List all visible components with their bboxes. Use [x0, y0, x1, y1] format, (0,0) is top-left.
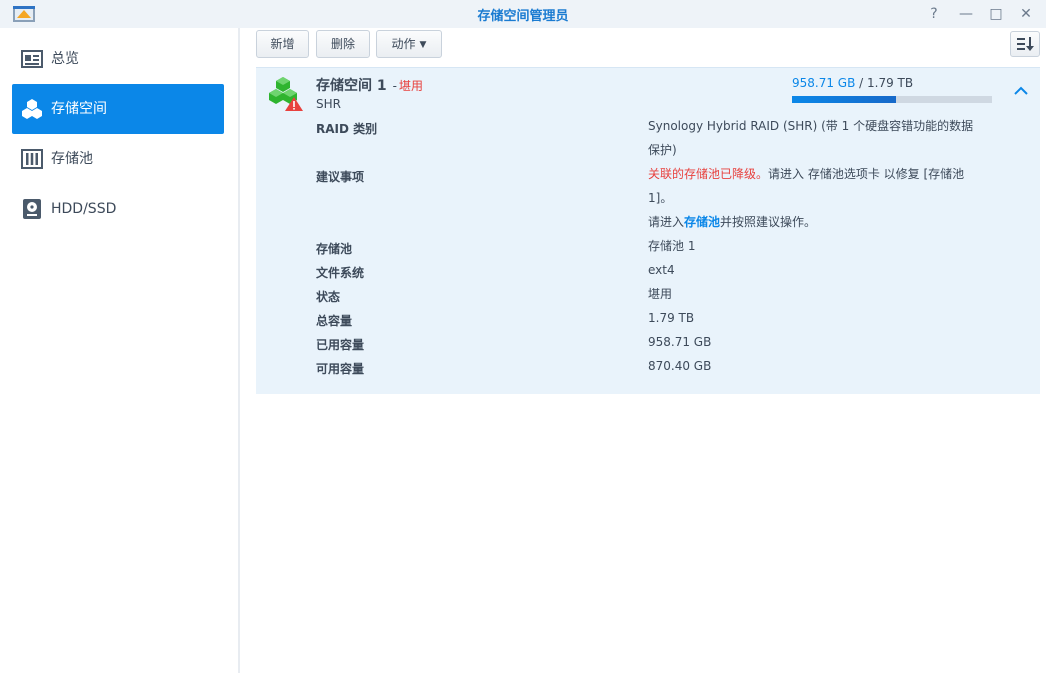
volume-raid-type: SHR: [316, 97, 341, 111]
detail-value: 1.79 TB: [648, 311, 695, 325]
sidebar-item-label: 总览: [51, 51, 79, 67]
action-label: 动作: [391, 37, 416, 51]
sort-button[interactable]: [1010, 31, 1040, 57]
help-button[interactable]: ?: [924, 4, 944, 24]
usage-progress-bar: [792, 96, 992, 103]
sidebar-item-label: 存储池: [51, 151, 93, 167]
volume-separator: -: [392, 79, 397, 93]
volume-name: 存储空间 1: [316, 78, 387, 94]
storage-pool-link[interactable]: 存储池: [684, 215, 720, 229]
maximize-button[interactable]: □: [986, 4, 1006, 24]
volume-status-badge: 堪用: [398, 79, 423, 93]
sidebar-item-overview[interactable]: 总览: [12, 34, 224, 84]
detail-label: 文件系统: [316, 266, 365, 280]
sidebar-item-storage-pool[interactable]: 存储池: [12, 134, 224, 184]
usage-progress-fill: [792, 96, 896, 103]
detail-value: 958.71 GB: [648, 335, 712, 349]
detail-value: Synology Hybrid RAID (SHR) (带 1 个硬盘容错功能的…: [648, 119, 974, 157]
detail-value: 存储池 1: [648, 239, 696, 253]
caret-down-icon: ▼: [419, 40, 427, 50]
sort-icon: [1017, 37, 1034, 51]
volume-degraded-icon: [269, 77, 303, 111]
detail-label: 建议事项: [316, 170, 365, 184]
title-bar: 存储空间管理员 ? — □ ✕: [0, 0, 1046, 28]
sidebar-item-volume[interactable]: 存储空间: [12, 84, 224, 134]
sidebar: 总览 存储空间 存储池 HDD/SSD: [0, 28, 238, 673]
collapse-chevron-up-icon[interactable]: [1012, 82, 1030, 100]
storage-manager-window: 存储空间管理员 ? — □ ✕ 总览 存储空间 存储池 HDD/SSD 新增 删…: [0, 0, 1046, 673]
detail-label: 存储池: [316, 242, 353, 256]
detail-value-suggestion: 关联的存储池已降级。请进入 存储池选项卡 以修复 [存储池 1]。 请进入存储池…: [648, 162, 978, 234]
volume-title: 存储空间 1- 堪用: [316, 75, 423, 95]
close-button[interactable]: ✕: [1016, 4, 1036, 24]
detail-label: 状态: [316, 290, 341, 304]
toolbar: 新增 删除 动作 ▼: [256, 30, 1046, 60]
detail-label: RAID 类别: [316, 122, 378, 136]
overview-icon: [21, 50, 43, 68]
suggestion-suffix: 并按照建议操作。: [720, 215, 817, 229]
suggestion-prefix: 请进入: [648, 215, 685, 229]
action-dropdown-button[interactable]: 动作 ▼: [376, 30, 442, 58]
detail-value: ext4: [648, 263, 675, 277]
detail-label: 已用容量: [316, 338, 365, 352]
create-button[interactable]: 新增: [256, 30, 309, 58]
volume-panel[interactable]: 存储空间 1- 堪用 SHR 958.71 GB / 1.79 TB RAID 类…: [256, 67, 1040, 394]
minimize-button[interactable]: —: [956, 4, 976, 24]
sidebar-divider: [238, 28, 240, 673]
delete-button[interactable]: 删除: [316, 30, 370, 58]
disk-icon: [23, 199, 41, 219]
volume-usage-text: 958.71 GB / 1.79 TB: [792, 76, 913, 90]
window-title: 存储空间管理员: [477, 9, 569, 24]
detail-value-status: 堪用: [648, 287, 673, 301]
detail-value: 870.40 GB: [648, 359, 712, 373]
volume-icon: [22, 99, 42, 119]
storage-pool-icon: [21, 149, 43, 169]
used-size: 958.71 GB: [792, 76, 856, 90]
sidebar-item-label: HDD/SSD: [51, 201, 117, 217]
detail-label: 可用容量: [316, 362, 365, 376]
total-size: 1.79 TB: [867, 76, 914, 90]
sidebar-item-label: 存储空间: [51, 101, 107, 117]
usage-slash: /: [855, 76, 868, 90]
degraded-warning-text: 关联的存储池已降级。: [648, 167, 769, 181]
detail-label: 总容量: [316, 314, 353, 328]
sidebar-item-hdd-ssd[interactable]: HDD/SSD: [12, 184, 224, 234]
